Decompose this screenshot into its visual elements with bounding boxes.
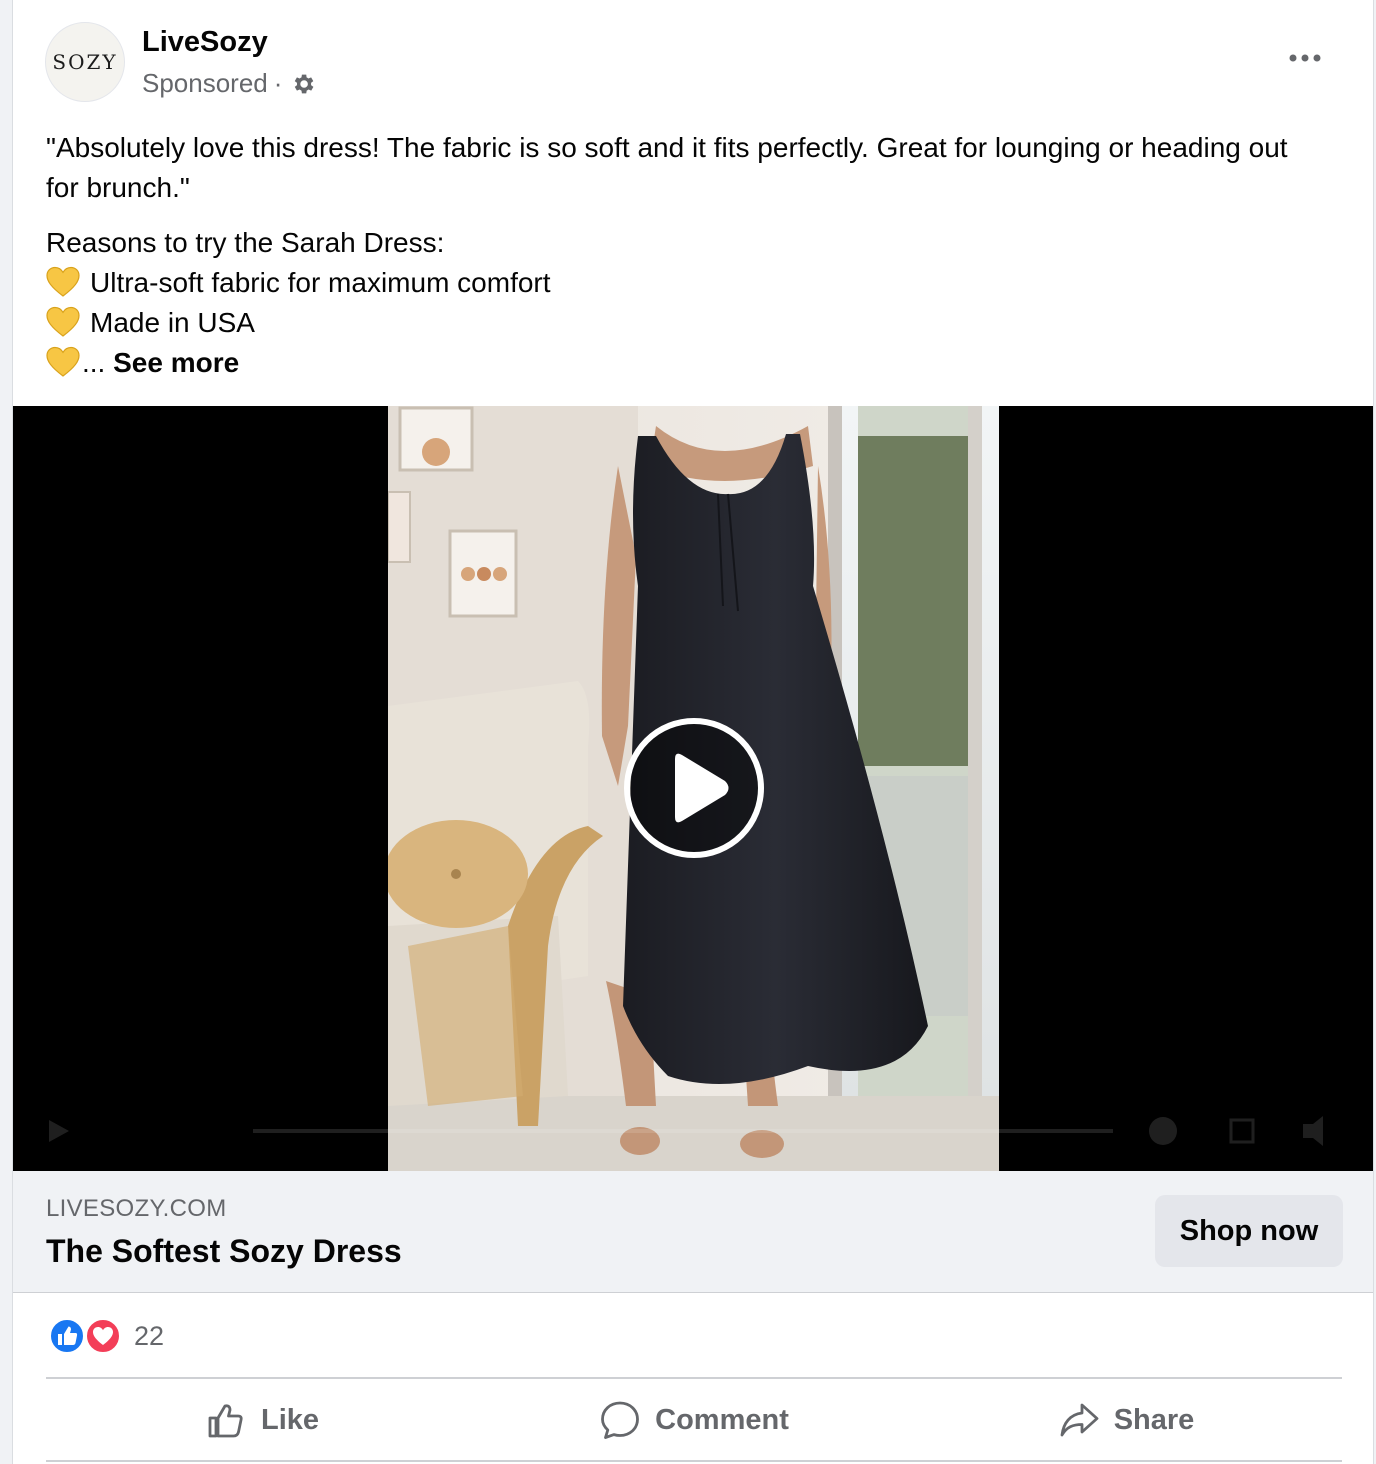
link-headline[interactable]: The Softest Sozy Dress: [46, 1233, 402, 1270]
comment-label: Comment: [655, 1403, 789, 1436]
gear-icon[interactable]: [290, 71, 316, 97]
bullet-text: Made in USA: [90, 307, 255, 338]
ellipsis: ...: [82, 347, 106, 378]
like-reaction-icon: [48, 1317, 86, 1355]
share-arrow-icon: [1060, 1403, 1099, 1437]
link-domain: LIVESOZY.COM: [46, 1195, 227, 1222]
shop-now-button[interactable]: Shop now: [1155, 1195, 1343, 1267]
like-label: Like: [260, 1403, 320, 1436]
post-actions: Like Comment Share: [46, 1380, 1342, 1460]
sponsored-post-card: SOZY LiveSozy Sponsored · "Absolutely lo…: [12, 0, 1374, 1464]
comment-button[interactable]: Comment: [478, 1380, 910, 1460]
bullet-item: Made in USA: [46, 303, 1326, 343]
video-player[interactable]: [13, 406, 1374, 1171]
link-preview[interactable]: LIVESOZY.COM The Softest Sozy Dress Shop…: [13, 1171, 1373, 1293]
thumbs-up-icon: [208, 1404, 243, 1438]
sponsored-row: Sponsored ·: [142, 68, 316, 99]
page-avatar[interactable]: SOZY: [45, 22, 125, 102]
sponsored-label[interactable]: Sponsored: [142, 68, 268, 99]
play-icon[interactable]: [623, 717, 765, 859]
reaction-count[interactable]: 22: [134, 1321, 164, 1352]
post-header: SOZY LiveSozy Sponsored ·: [13, 0, 1373, 120]
love-reaction-icon: [84, 1317, 122, 1355]
post-quote: "Absolutely love this dress! The fabric …: [46, 132, 1288, 203]
yellow-heart-icon: [46, 306, 80, 337]
yellow-heart-icon: [46, 346, 80, 377]
see-more-link[interactable]: See more: [113, 347, 239, 378]
separator-dot: ·: [273, 68, 283, 98]
like-button[interactable]: Like: [46, 1380, 478, 1460]
avatar-logo-text: SOZY: [52, 50, 118, 74]
yellow-heart-icon: [46, 266, 80, 297]
bullet-item: Ultra-soft fabric for maximum comfort: [46, 263, 1326, 303]
post-intro: Reasons to try the Sarah Dress:: [46, 227, 445, 258]
share-button[interactable]: Share: [910, 1380, 1342, 1460]
truncated-line: ... See more: [46, 343, 1326, 383]
video-controls-overlay[interactable]: [13, 1106, 1374, 1156]
share-label: Share: [1113, 1403, 1195, 1436]
comment-bubble-icon: [601, 1401, 640, 1439]
reaction-icons[interactable]: [48, 1317, 124, 1355]
reactions-summary: 22: [48, 1316, 164, 1356]
page-name-link[interactable]: LiveSozy: [142, 26, 268, 59]
divider: [46, 1377, 1342, 1379]
post-text: "Absolutely love this dress! The fabric …: [46, 128, 1326, 383]
bullet-text: Ultra-soft fabric for maximum comfort: [90, 267, 551, 298]
divider: [46, 1460, 1342, 1462]
more-options-icon[interactable]: [1285, 46, 1325, 70]
